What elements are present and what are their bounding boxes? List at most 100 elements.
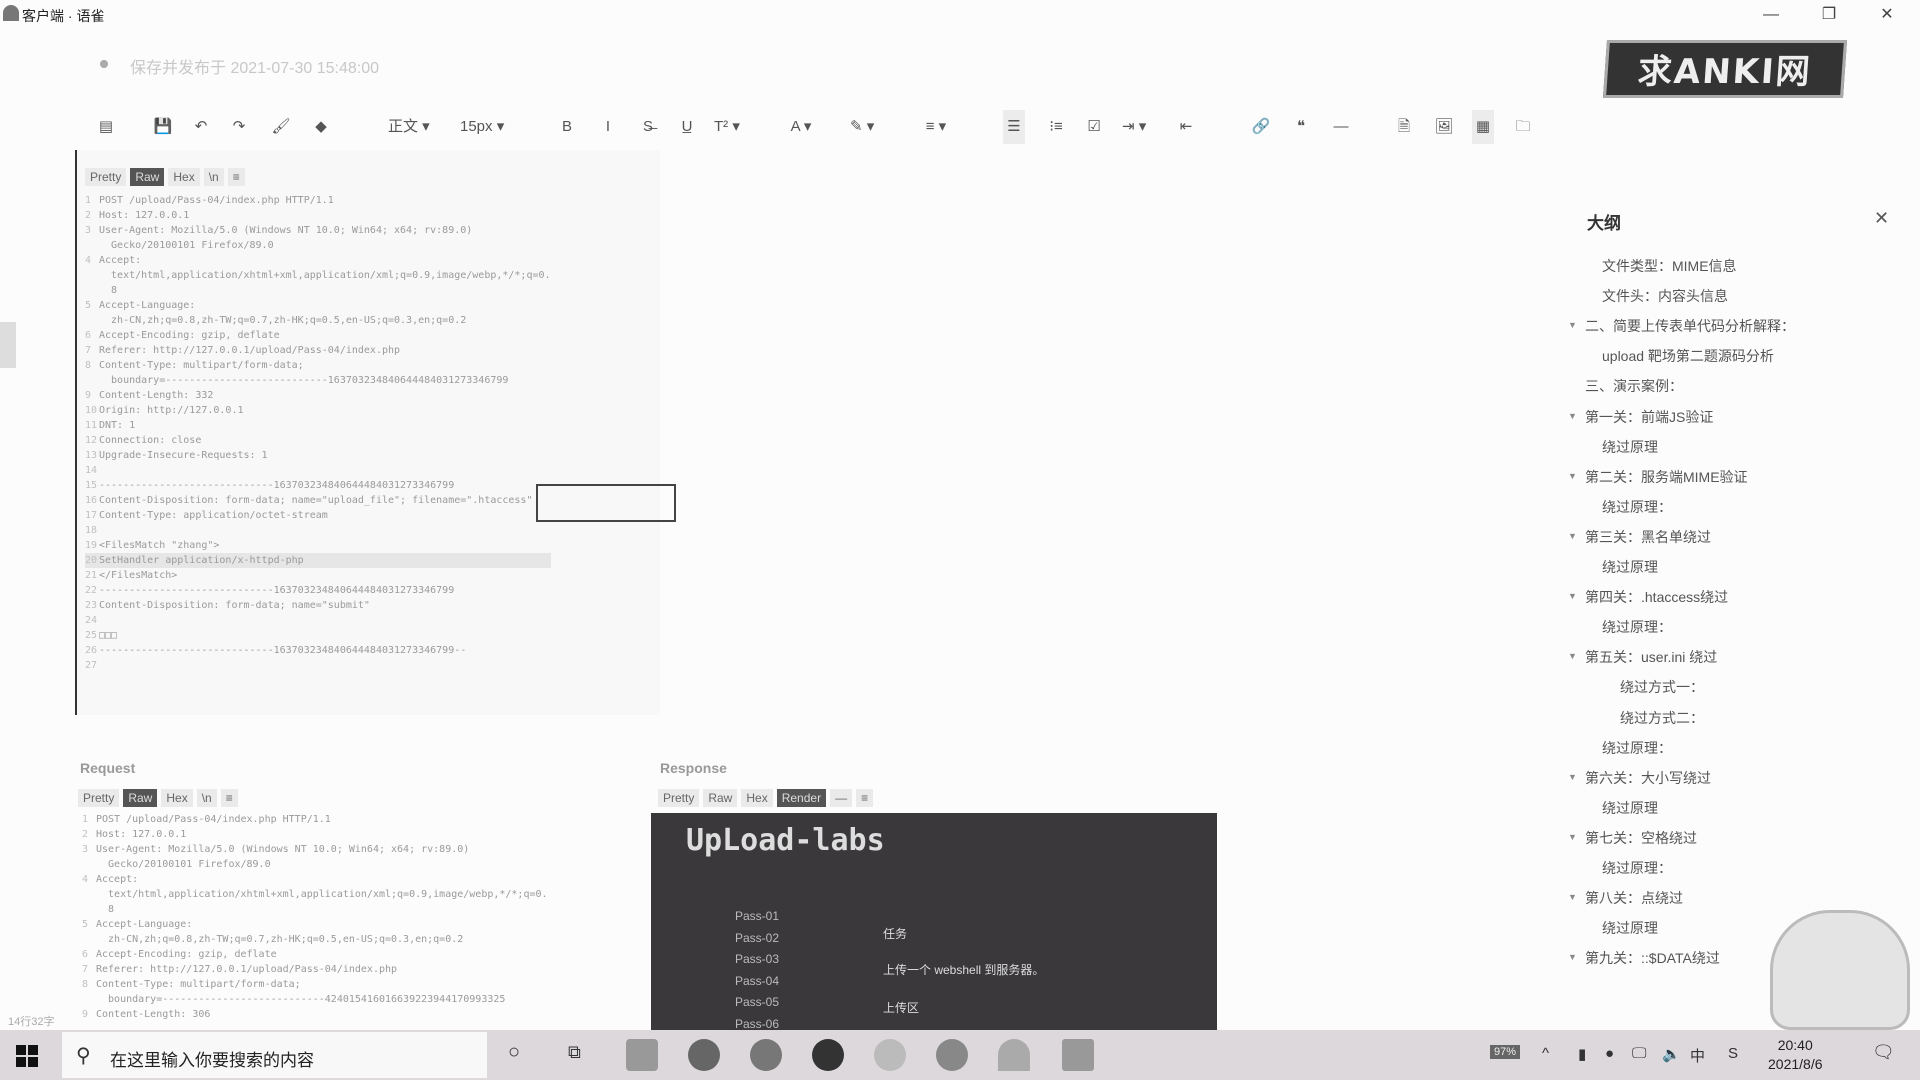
tab-3[interactable]: Render bbox=[776, 789, 827, 807]
app-icon-6[interactable] bbox=[936, 1039, 968, 1071]
close-button[interactable]: ✕ bbox=[1864, 2, 1910, 28]
app-icon-2[interactable] bbox=[688, 1039, 720, 1071]
microphone-icon[interactable]: ▮ bbox=[1578, 1045, 1586, 1063]
outline-item[interactable]: 第四关：.htaccess绕过 bbox=[1585, 587, 1728, 607]
indent-button[interactable]: ⇥ ▾ bbox=[1122, 110, 1146, 144]
tray-expand-icon[interactable]: ^ bbox=[1542, 1045, 1549, 1062]
outline-item[interactable]: 第一关：前端JS验证 bbox=[1585, 407, 1713, 427]
task-view-icon[interactable]: ⧉ bbox=[568, 1042, 581, 1063]
superscript-button[interactable]: T² ▾ bbox=[714, 110, 740, 144]
highlight-button[interactable]: ✎ ▾ bbox=[850, 110, 874, 144]
outline-item[interactable]: upload 靶场第二题源码分析 bbox=[1602, 346, 1774, 366]
collapse-triangle-icon[interactable]: ▼ bbox=[1568, 651, 1577, 661]
clock[interactable]: 20:40 2021/8/6 bbox=[1768, 1036, 1823, 1074]
outline-item[interactable]: 绕过原理： bbox=[1602, 858, 1672, 878]
outline-item[interactable]: 绕过原理 bbox=[1602, 918, 1658, 938]
pass-link[interactable]: Pass-04 bbox=[735, 974, 779, 988]
collapse-triangle-icon[interactable]: ▼ bbox=[1568, 772, 1577, 782]
collapse-triangle-icon[interactable]: ▼ bbox=[1568, 952, 1577, 962]
app-tray-icon[interactable]: ● bbox=[1605, 1045, 1614, 1062]
outline-item[interactable]: 第二关：服务端MIME验证 bbox=[1585, 467, 1748, 487]
collapse-triangle-icon[interactable]: ▼ bbox=[1568, 471, 1577, 481]
outline-close-icon[interactable]: ✕ bbox=[1874, 208, 1889, 229]
yuque-icon[interactable] bbox=[998, 1039, 1030, 1071]
minimize-button[interactable]: — bbox=[1748, 2, 1794, 28]
collapse-triangle-icon[interactable]: ▼ bbox=[1568, 832, 1577, 842]
bold-button[interactable]: B bbox=[556, 110, 578, 144]
undo-button[interactable]: ↶ bbox=[190, 110, 212, 144]
tab-2[interactable]: Hex bbox=[168, 168, 200, 186]
sogou-icon[interactable]: S bbox=[1728, 1045, 1738, 1062]
burp-icon[interactable] bbox=[1062, 1039, 1094, 1071]
pass-link[interactable]: Pass-03 bbox=[735, 952, 779, 966]
chrome-icon[interactable] bbox=[750, 1039, 782, 1071]
format-painter-button[interactable]: 🖌 bbox=[270, 110, 292, 144]
taskbar-search[interactable]: ⚲ 在这里输入你要搜索的内容 bbox=[62, 1032, 487, 1078]
outline-item[interactable]: 绕过方式二： bbox=[1620, 708, 1704, 728]
align-button[interactable]: ≡ ▾ bbox=[925, 110, 947, 144]
windows-start-icon[interactable] bbox=[16, 1045, 38, 1067]
tab-0[interactable]: Pretty bbox=[658, 789, 700, 807]
outline-item[interactable]: 第七关：空格绕过 bbox=[1585, 828, 1697, 848]
insert-image-button[interactable]: 🖼 bbox=[1433, 110, 1455, 144]
insert-file-button[interactable]: 🗎 bbox=[1393, 110, 1415, 144]
font-size-button[interactable]: 15px ▾ bbox=[460, 110, 504, 144]
network-icon[interactable]: 🖵 bbox=[1632, 1045, 1646, 1062]
outline-item[interactable]: 绕过原理 bbox=[1602, 798, 1658, 818]
pass-link[interactable]: Pass-01 bbox=[735, 909, 779, 923]
cortana-icon[interactable]: ○ bbox=[508, 1041, 520, 1064]
sidebar-expand-handle[interactable] bbox=[0, 322, 16, 368]
tab-5[interactable]: ≡ bbox=[856, 789, 874, 807]
collapse-triangle-icon[interactable]: ▼ bbox=[1568, 591, 1577, 601]
strike-button[interactable]: S̶ bbox=[637, 110, 659, 144]
divider-button[interactable]: — bbox=[1330, 110, 1352, 144]
bullet-list-button[interactable]: ☰ bbox=[1003, 110, 1025, 144]
collapse-triangle-icon[interactable]: ▼ bbox=[1568, 892, 1577, 902]
outline-item[interactable]: 绕过原理： bbox=[1602, 497, 1672, 517]
outline-item[interactable]: 绕过方式一： bbox=[1620, 677, 1704, 697]
collapse-triangle-icon[interactable]: ▼ bbox=[1568, 531, 1577, 541]
app-icon-4[interactable] bbox=[812, 1039, 844, 1071]
outline-item[interactable]: 绕过原理 bbox=[1602, 437, 1658, 457]
outline-item[interactable]: 第九关：::$DATA绕过 bbox=[1585, 948, 1720, 968]
tab-4[interactable]: — bbox=[830, 789, 853, 807]
tab-0[interactable]: Pretty bbox=[85, 168, 127, 186]
tab-2[interactable]: Hex bbox=[741, 789, 773, 807]
clear-format-button[interactable]: ◆ bbox=[310, 110, 332, 144]
tab-0[interactable]: Pretty bbox=[78, 789, 120, 807]
link-button[interactable]: 🔗 bbox=[1250, 110, 1272, 144]
underline-button[interactable]: U̲ bbox=[676, 110, 698, 144]
outline-toggle-button[interactable]: ▤ bbox=[95, 110, 117, 144]
outline-item[interactable]: 第八关：点绕过 bbox=[1585, 888, 1683, 908]
folder-button[interactable]: 🗀 bbox=[1512, 110, 1534, 144]
restore-button[interactable]: ❐ bbox=[1806, 2, 1852, 28]
paragraph-style-button[interactable]: 正文 ▾ bbox=[388, 110, 430, 144]
outline-item[interactable]: 文件头：内容头信息 bbox=[1602, 286, 1728, 306]
app-icon-5[interactable] bbox=[874, 1039, 906, 1071]
quote-button[interactable]: ❝ bbox=[1290, 110, 1312, 144]
tab-4[interactable]: ≡ bbox=[220, 789, 238, 807]
volume-icon[interactable]: 🔈 bbox=[1662, 1045, 1681, 1063]
tab-1[interactable]: Raw bbox=[703, 789, 738, 807]
table-button[interactable]: ▦ bbox=[1472, 110, 1494, 144]
outline-item[interactable]: 绕过原理 bbox=[1602, 557, 1658, 577]
italic-button[interactable]: I bbox=[597, 110, 619, 144]
tab-1[interactable]: Raw bbox=[130, 168, 165, 186]
outline-item[interactable]: 第三关：黑名单绕过 bbox=[1585, 527, 1711, 547]
tab-3[interactable]: \n bbox=[203, 168, 224, 186]
pass-link[interactable]: Pass-06 bbox=[735, 1017, 779, 1031]
ordered-list-button[interactable]: ⁝≡ bbox=[1045, 110, 1067, 144]
task-list-button[interactable]: ☑ bbox=[1083, 110, 1105, 144]
outline-item[interactable]: 三、演示案例： bbox=[1585, 376, 1683, 396]
battery-indicator[interactable]: 97% bbox=[1490, 1045, 1521, 1059]
file-explorer-icon[interactable] bbox=[626, 1039, 658, 1071]
outline-item[interactable]: 第五关：user.ini 绕过 bbox=[1585, 647, 1717, 667]
pass-link[interactable]: Pass-02 bbox=[735, 931, 779, 945]
outdent-button[interactable]: ⇤ bbox=[1175, 110, 1197, 144]
outline-item[interactable]: 绕过原理： bbox=[1602, 738, 1672, 758]
notification-icon[interactable]: 🗨 bbox=[1872, 1042, 1895, 1063]
tab-2[interactable]: Hex bbox=[161, 789, 193, 807]
collapse-triangle-icon[interactable]: ▼ bbox=[1568, 411, 1577, 421]
outline-item[interactable]: 二、简要上传表单代码分析解释： bbox=[1585, 316, 1795, 336]
tab-1[interactable]: Raw bbox=[123, 789, 158, 807]
